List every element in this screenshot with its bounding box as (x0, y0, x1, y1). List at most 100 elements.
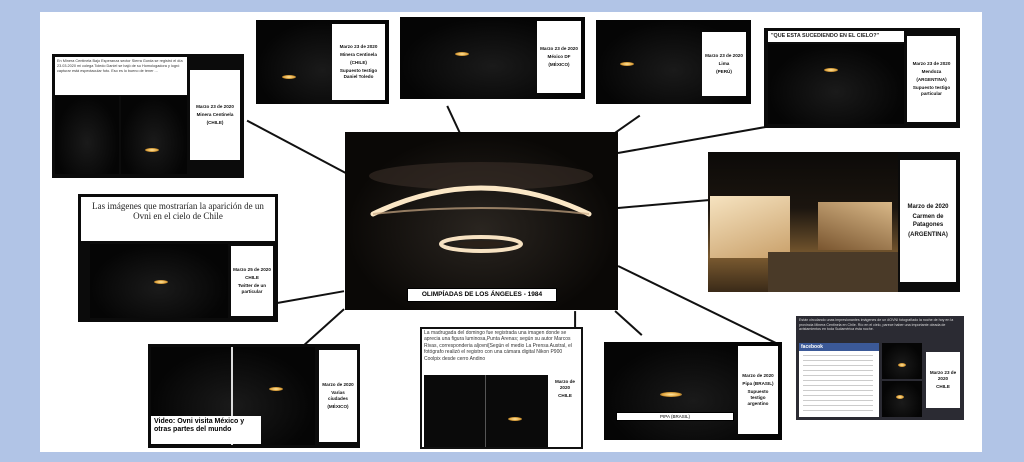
article-text-content: La madrugada del domingo fue registrada … (424, 330, 572, 362)
post-text-content: Están circulando unas impresionantes imá… (799, 318, 954, 332)
info-date: Marzo 23 de 2020 (196, 103, 234, 109)
video-caption: Video: Ovni visita México y otras partes… (151, 416, 261, 444)
news-headline: Las imágenes que mostrarían la aparición… (92, 201, 264, 222)
panel-facebook-chile: Están circulando unas impresionantes imá… (796, 316, 964, 420)
info-card: Marzo de 2020 CHILE (550, 369, 580, 409)
street-photo (708, 152, 898, 292)
news-snippet-text: En Minera Centinela Bajo Esperanza secto… (57, 59, 183, 73)
info-country: CHILE (936, 384, 950, 390)
info-date: Marzo 23 de 2020 (705, 52, 743, 58)
info-card: Marzo 23 de 2020 Lima (PERÚ) (702, 32, 746, 96)
center-caption-box: OLIMPÍADAS DE LOS ÁNGELES - 1984 (407, 288, 557, 302)
fb-header: facebook (799, 343, 879, 351)
panel-mendoza: "QUE ESTA SUCEDIENDO EN EL CIELO?" Marzo… (764, 28, 960, 128)
fb-logo-text: facebook (801, 344, 823, 350)
photo (90, 244, 228, 318)
photo-right (121, 96, 187, 174)
info-card: Marzo 23 de 2020 CHILE (926, 352, 960, 408)
ufo-light (154, 280, 168, 284)
info-date: Marzo de 2020 (322, 381, 354, 387)
connector-line (246, 119, 347, 175)
connector-line (303, 308, 345, 347)
info-country: (ARGENTINA) (908, 232, 948, 239)
info-card: Marzo 23 de 2020 Minera Centinela (CHILE… (332, 24, 385, 100)
info-country: (MÉXICO) (327, 404, 349, 410)
info-country: (PERÚ) (716, 69, 732, 75)
quote-bar: "QUE ESTA SUCEDIENDO EN EL CIELO?" (768, 31, 904, 42)
ufo-light (508, 417, 522, 421)
info-date: Marzo 23 de 2020 (339, 43, 378, 49)
building-right (818, 202, 892, 250)
photo-pair (424, 375, 548, 447)
info-date: Marzo 23 de 2020 (540, 45, 578, 51)
ufo-light (282, 75, 296, 79)
info-witness: Supuesto testigo Daniel Toledo (339, 68, 378, 80)
info-card: Marzo de 2020 Varias ciudades (MÉXICO) (319, 350, 357, 442)
news-header: Las imágenes que mostrarían la aparición… (81, 197, 275, 241)
street (768, 252, 898, 292)
photo-left (55, 96, 119, 174)
info-country: (CHILE) (350, 59, 367, 65)
center-caption: OLIMPÍADAS DE LOS ÁNGELES - 1984 (421, 291, 543, 298)
panel-minera-photo: Marzo 23 de 2020 Minera Centinela (CHILE… (256, 20, 389, 104)
location-label-box: PIPA (BRASIL) (616, 412, 734, 421)
quote-text: "QUE ESTA SUCEDIENDO EN EL CIELO?" (771, 33, 880, 39)
info-witness: Supuesto testigo argentino (747, 388, 769, 407)
info-place: Lima (718, 60, 730, 66)
photo-divider (485, 375, 486, 447)
info-place: Minera Centinela (196, 111, 234, 117)
connector-line (446, 105, 461, 134)
info-place: Carmen de Patagones (912, 213, 944, 228)
info-date: Marzo 25 de 2020 (233, 266, 271, 272)
ufo-light (898, 363, 906, 367)
photo-bottom (882, 381, 922, 417)
info-country: (MÉXICO) (548, 62, 570, 68)
info-country: CHILE (558, 393, 572, 399)
info-country: (CHILE) (206, 120, 224, 126)
building-left (710, 196, 790, 258)
info-card: Marzo 23 de 2020 México DF (MÉXICO) (537, 21, 581, 93)
ufo-light (824, 68, 838, 72)
ufo-light (455, 52, 469, 56)
ufo-light (660, 392, 682, 397)
photo (768, 44, 904, 124)
info-country: (ARGENTINA) (916, 76, 947, 82)
ufo-light (896, 395, 904, 399)
info-date: Marzo de 2020 (742, 372, 774, 378)
info-card: Marzo 23 de 2020 Mendoza (ARGENTINA) Sup… (907, 36, 956, 122)
info-source: Twitter de un particular (237, 283, 267, 295)
post-text: Están circulando unas impresionantes imá… (799, 318, 961, 342)
panel-minera-screenshot: En Minera Centinela Bajo Esperanza secto… (52, 54, 244, 178)
info-date: Marzo 23 de 2020 (912, 60, 951, 66)
fb-post-lines (803, 355, 873, 413)
panel-patagones: Marzo de 2020 Carmen de Patagones (ARGEN… (708, 152, 960, 292)
ufo-illustration (369, 162, 593, 253)
info-place: México DF (547, 53, 571, 59)
panel-mexico-video: Video: Ovni visita México y otras partes… (148, 344, 360, 448)
info-card: Marzo de 2020 Carmen de Patagones (ARGEN… (900, 160, 956, 282)
fb-screenshot: facebook (799, 343, 879, 417)
info-country: CHILE (245, 274, 259, 280)
video-caption-text: Video: Ovni visita México y otras partes… (154, 418, 245, 434)
info-place: Varias ciudades (328, 389, 348, 401)
info-place: Pipa (BRASIL) (742, 380, 774, 386)
ufo-light (145, 148, 159, 152)
ufo-light (620, 62, 634, 66)
info-card: Marzo 25 de 2020 CHILE Twitter de un par… (231, 246, 273, 316)
collage-board: OLIMPÍADAS DE LOS ÁNGELES - 1984 En Mine… (40, 12, 982, 452)
info-date: Marzo 23 de 2020 (929, 369, 957, 381)
info-date: Marzo de 2020 (555, 378, 575, 390)
article-text: La madrugada del domingo fue registrada … (424, 330, 580, 374)
info-place: Mendoza (921, 68, 942, 74)
connector-line (617, 198, 710, 210)
info-card: Marzo de 2020 Pipa (BRASIL) Supuesto tes… (738, 346, 778, 434)
panel-mexico-photo: Marzo 23 de 2020 México DF (MÉXICO) (400, 17, 585, 99)
location-label: PIPA (BRASIL) (660, 414, 690, 419)
panel-lima-photo: Marzo 23 de 2020 Lima (PERÚ) (596, 20, 751, 104)
panel-punta-arenas: La madrugada del domingo fue registrada … (420, 327, 583, 449)
news-snippet: En Minera Centinela Bajo Esperanza secto… (55, 57, 187, 95)
photo-top (882, 343, 922, 379)
info-card: Marzo 23 de 2020 Minera Centinela (CHILE… (190, 70, 240, 160)
info-place: Minera Centinela (340, 51, 377, 57)
info-date: Marzo de 2020 (907, 203, 949, 210)
